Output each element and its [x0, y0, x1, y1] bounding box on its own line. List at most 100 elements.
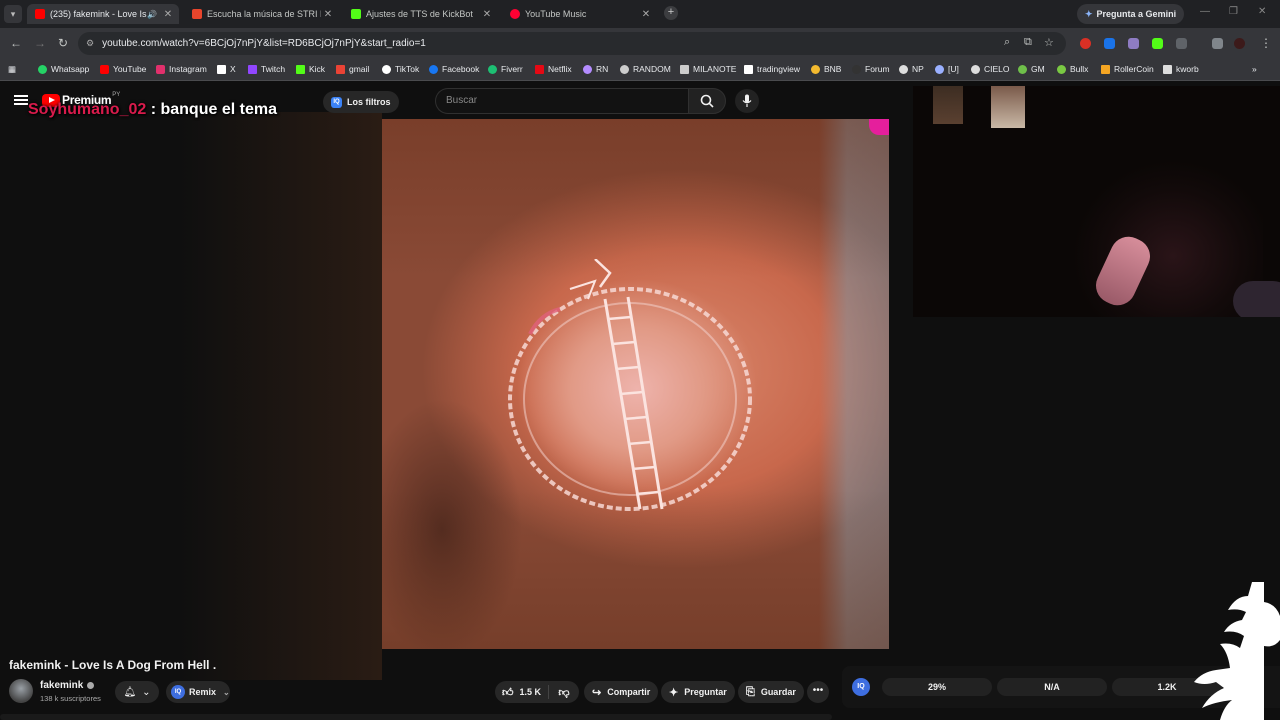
- forward-arrow-icon[interactable]: →: [34, 36, 46, 50]
- webcam-streamer: [1063, 146, 1263, 317]
- chat-username: Soyhumano_02: [28, 101, 147, 118]
- bookmark-label: BNB: [824, 64, 842, 74]
- bookmark-kick[interactable]: Kick: [296, 64, 325, 74]
- bookmark-fiverr[interactable]: Fiverr: [488, 64, 523, 74]
- bookmark-label: gmail: [349, 64, 370, 74]
- bookmark-bullx[interactable]: Bullx: [1057, 64, 1088, 74]
- bookmark-forum[interactable]: Forum: [852, 64, 890, 74]
- channel-avatar[interactable]: [9, 679, 33, 703]
- close-tab-icon[interactable]: ✕: [161, 9, 175, 20]
- dislike-button[interactable]: 👎︎: [549, 686, 579, 699]
- voice-search-button[interactable]: [735, 89, 759, 113]
- bookmark-star-icon[interactable]: ☆: [1044, 36, 1054, 49]
- translate-extension-icon[interactable]: [1104, 38, 1115, 49]
- share-button[interactable]: ↪ Compartir: [584, 681, 659, 703]
- search-input[interactable]: Buscar: [435, 88, 688, 114]
- gemini-button[interactable]: ✦ Pregunta a Gemini: [1077, 4, 1185, 24]
- menu-dots-icon[interactable]: ⋮: [1260, 36, 1272, 50]
- bookmark-rollercoin[interactable]: RollerCoin: [1101, 64, 1154, 74]
- notifications-button[interactable]: 🔔︎ ⌄: [115, 681, 159, 703]
- bookmark-x[interactable]: X: [217, 64, 236, 74]
- chevron-down-icon: ⌄: [223, 687, 230, 697]
- tab-title: YouTube Music: [525, 9, 587, 19]
- tattoo-artwork: [508, 259, 752, 511]
- extensions-puzzle-icon[interactable]: [1176, 38, 1187, 49]
- bookmark-youtube[interactable]: YouTube: [100, 64, 146, 74]
- ask-button[interactable]: ✦ Preguntar: [661, 681, 735, 703]
- bookmark-u[interactable]: [U]: [935, 64, 959, 74]
- tab-youtube-music[interactable]: YouTube Music ✕: [502, 4, 657, 24]
- like-button[interactable]: 👍︎ 1.5 K: [495, 685, 549, 699]
- thumbs-down-icon: 👎︎: [558, 686, 570, 699]
- youtube-favicon-icon: [35, 9, 45, 19]
- bookmark-np[interactable]: NP: [899, 64, 924, 74]
- close-tab-icon[interactable]: ✕: [480, 9, 494, 20]
- kick-extension-icon[interactable]: [1152, 38, 1163, 49]
- bookmark-label: TikTok: [395, 64, 420, 74]
- x-logo-icon: [217, 64, 226, 74]
- more-actions-button[interactable]: •••: [807, 681, 829, 703]
- maximize-icon[interactable]: ❐: [1229, 6, 1238, 17]
- bookmarks-bar: ▦ Whatsapp YouTube Instagram X Twitch Ki…: [0, 59, 1280, 81]
- bookmark-milanote[interactable]: MILANOTE: [680, 64, 736, 74]
- rn-icon: [583, 64, 592, 74]
- close-tab-icon[interactable]: ✕: [639, 9, 653, 20]
- page-scroll-indicator: [0, 714, 832, 720]
- channel-name-link[interactable]: fakemink: [40, 680, 95, 691]
- tab-kickbot[interactable]: Ajustes de TTS de KickBot ✕: [343, 4, 498, 24]
- site-info-icon[interactable]: ⚙: [86, 38, 94, 49]
- kickbot-favicon-icon: [351, 9, 361, 19]
- minimize-icon[interactable]: —: [1200, 6, 1210, 17]
- purple-extension-icon[interactable]: [1128, 38, 1139, 49]
- bookmark-random[interactable]: RANDOM: [620, 64, 671, 74]
- bookmark-gm[interactable]: GM: [1018, 64, 1045, 74]
- media-controls-icon[interactable]: [1212, 38, 1223, 49]
- bookmark-cielo[interactable]: CIELO: [971, 64, 1010, 74]
- cast-icon[interactable]: ⧉: [1024, 36, 1032, 49]
- apps-grid-icon[interactable]: ▦: [8, 64, 16, 75]
- bookmark-facebook[interactable]: Facebook: [429, 64, 479, 74]
- back-arrow-icon[interactable]: ←: [10, 36, 22, 50]
- bookmark-tiktok[interactable]: TikTok: [382, 64, 419, 74]
- bookmark-whatsapp[interactable]: Whatsapp: [38, 64, 89, 74]
- remix-button[interactable]: IQ Remix ⌄: [166, 681, 230, 703]
- tab-search-button[interactable]: ▾: [4, 5, 22, 23]
- tab-youtube-video[interactable]: (235) fakemink - Love Is A Dog From Hell…: [27, 4, 179, 24]
- search-button[interactable]: [688, 88, 726, 114]
- bookmark-gmail[interactable]: gmail: [336, 64, 369, 74]
- zoom-search-icon[interactable]: ⌕: [1004, 36, 1010, 49]
- close-window-icon[interactable]: ✕: [1258, 6, 1266, 17]
- profile-avatar-icon[interactable]: [1234, 38, 1245, 49]
- record-extension-icon[interactable]: [1080, 38, 1091, 49]
- bookmark-tradingview[interactable]: tradingview: [744, 64, 800, 74]
- reload-icon[interactable]: ↻: [58, 36, 68, 50]
- tab-strip-music[interactable]: Escucha la música de STRI NW ✕: [184, 4, 339, 24]
- hamburger-menu-icon[interactable]: [14, 95, 28, 105]
- bookmark-twitch[interactable]: Twitch: [248, 64, 285, 74]
- webcam-overlay: [913, 86, 1280, 317]
- bookmark-rn[interactable]: RN: [583, 64, 608, 74]
- bookmark-label: GM: [1031, 64, 1045, 74]
- bookmark-kworb[interactable]: kworb: [1163, 64, 1199, 74]
- gothic-cross-logo: [1194, 582, 1280, 720]
- more-bookmarks-icon[interactable]: »: [1252, 64, 1257, 74]
- iq-icon: IQ: [171, 685, 185, 699]
- tiktok-icon: [382, 64, 391, 74]
- close-tab-icon[interactable]: ✕: [321, 9, 335, 20]
- filters-button[interactable]: IQ Los filtros: [323, 91, 399, 113]
- video-player[interactable]: [382, 119, 889, 649]
- bookmark-label: [U]: [948, 64, 959, 74]
- rollercoin-icon: [1101, 64, 1110, 74]
- bookmark-label: RANDOM: [633, 64, 671, 74]
- new-tab-button[interactable]: +: [664, 6, 678, 20]
- bookmark-instagram[interactable]: Instagram: [156, 64, 207, 74]
- instagram-icon: [156, 64, 165, 74]
- share-label: Compartir: [607, 687, 651, 697]
- speaker-icon[interactable]: 🔊: [147, 10, 157, 19]
- bookmark-bnb[interactable]: BNB: [811, 64, 841, 74]
- bookmark-label: CIELO: [984, 64, 1010, 74]
- address-bar[interactable]: ⚙ youtube.com/watch?v=6BCjOj7nPjY&list=R…: [78, 32, 1066, 55]
- remix-label: Remix: [189, 687, 217, 697]
- bookmark-netflix[interactable]: Netflix: [535, 64, 572, 74]
- save-button[interactable]: ⎘ Guardar: [738, 681, 804, 703]
